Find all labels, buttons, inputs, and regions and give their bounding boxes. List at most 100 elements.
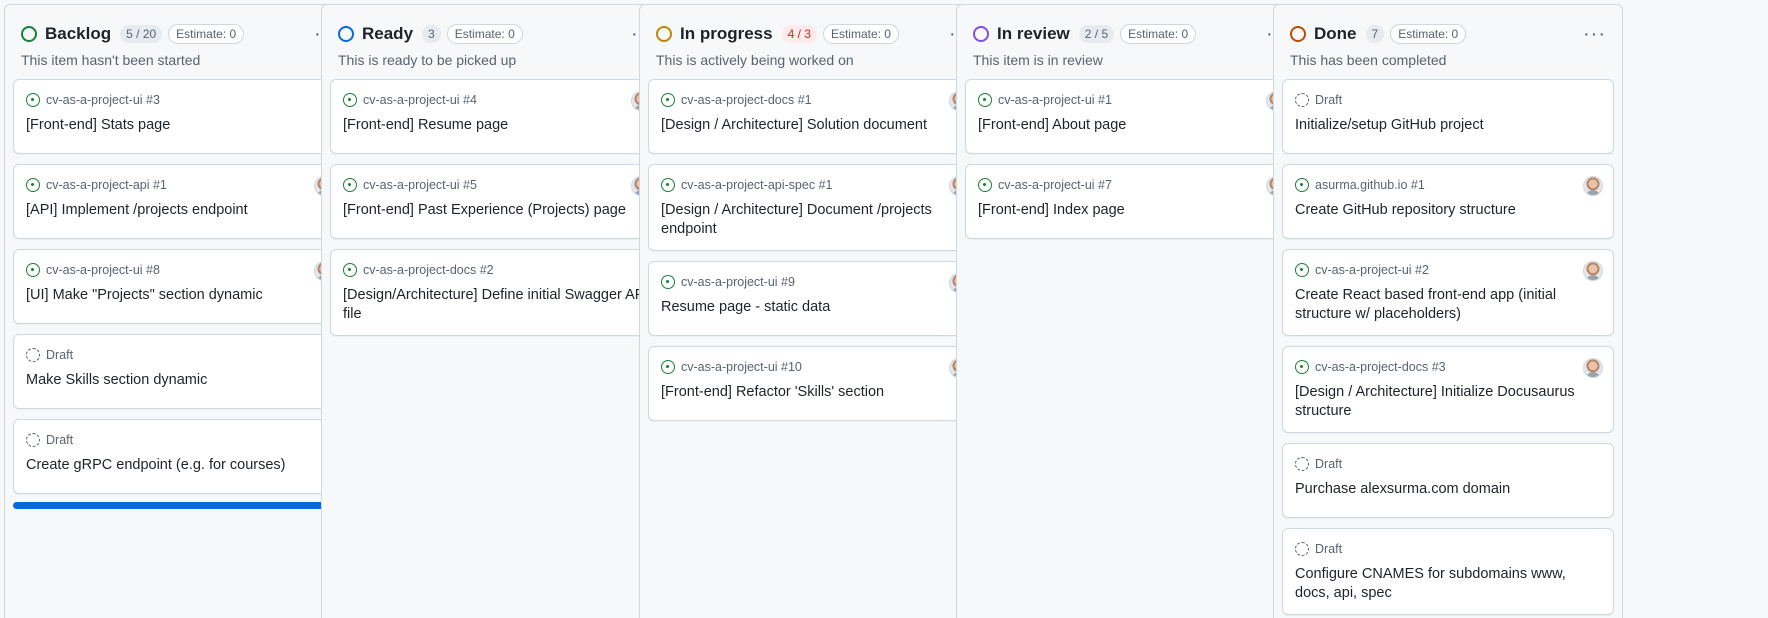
card-title[interactable]: [Front-end] Past Experience (Projects) p… bbox=[343, 201, 649, 220]
status-circle-icon bbox=[656, 26, 672, 42]
draft-label: Draft bbox=[1315, 542, 1343, 556]
board-card[interactable]: cv-as-a-project-ui #5 [Front-end] Past Ex… bbox=[330, 164, 662, 239]
card-title[interactable]: [Design / Architecture] Document /projec… bbox=[661, 201, 967, 239]
issue-reference[interactable]: cv-as-a-project-api-spec #1 bbox=[681, 178, 832, 192]
issue-reference[interactable]: asurma.github.io #1 bbox=[1315, 178, 1425, 192]
card-title[interactable]: [Design/Architecture] Define initial Swa… bbox=[343, 286, 649, 324]
issue-reference[interactable]: cv-as-a-project-ui #5 bbox=[363, 178, 477, 192]
card-title[interactable]: [Design / Architecture] Solution documen… bbox=[661, 116, 967, 135]
status-circle-icon bbox=[973, 26, 989, 42]
card-list: cv-as-a-project-docs #1 [Design / Archite… bbox=[648, 79, 980, 431]
board-column-done: Done 7 Estimate: 0 ··· This has been complet… bbox=[1273, 4, 1623, 618]
issue-reference[interactable]: cv-as-a-project-docs #1 bbox=[681, 93, 812, 107]
board-card[interactable]: cv-as-a-project-ui #3 [Front-end] Stats p… bbox=[13, 79, 345, 154]
card-meta: asurma.github.io #1 bbox=[1295, 176, 1601, 194]
status-circle-icon bbox=[1290, 26, 1306, 42]
assignee-avatar[interactable] bbox=[1583, 176, 1603, 196]
draft-label: Draft bbox=[46, 433, 74, 447]
issue-reference[interactable]: cv-as-a-project-ui #9 bbox=[681, 275, 795, 289]
card-meta: cv-as-a-project-ui #2 bbox=[1295, 261, 1601, 279]
estimate-badge: Estimate: 0 bbox=[168, 24, 245, 44]
board-card[interactable]: cv-as-a-project-api-spec #1 [Design / Arc… bbox=[648, 164, 980, 251]
card-title[interactable]: [API] Implement /projects endpoint bbox=[26, 201, 332, 220]
status-circle-icon bbox=[21, 26, 37, 42]
column-description: This is actively being worked on bbox=[656, 52, 854, 68]
draft-icon bbox=[1295, 93, 1309, 107]
open-issue-icon bbox=[26, 263, 40, 277]
card-title[interactable]: Purchase alexsurma.com domain bbox=[1295, 480, 1601, 499]
open-issue-icon bbox=[661, 93, 675, 107]
card-meta: Draft bbox=[1295, 91, 1601, 109]
board-card[interactable]: cv-as-a-project-ui #10 [Front-end] Refact… bbox=[648, 346, 980, 421]
board-card[interactable]: Draft Configure CNAMES for subdomains www… bbox=[1282, 528, 1614, 615]
card-title[interactable]: Initialize/setup GitHub project bbox=[1295, 116, 1601, 135]
board-card[interactable]: cv-as-a-project-ui #2 Create React based … bbox=[1282, 249, 1614, 336]
card-meta: cv-as-a-project-docs #3 bbox=[1295, 358, 1601, 376]
card-title[interactable]: Resume page - static data bbox=[661, 298, 967, 317]
issue-reference[interactable]: cv-as-a-project-ui #4 bbox=[363, 93, 477, 107]
board-card[interactable]: cv-as-a-project-api #1 [API] Implement /p… bbox=[13, 164, 345, 239]
card-title[interactable]: [Design / Architecture] Initialize Docus… bbox=[1295, 383, 1601, 421]
card-title[interactable]: [Front-end] Refactor 'Skills' section bbox=[661, 383, 967, 402]
issue-reference[interactable]: cv-as-a-project-api #1 bbox=[46, 178, 167, 192]
card-title[interactable]: Create GitHub repository structure bbox=[1295, 201, 1601, 220]
card-meta: Draft bbox=[26, 431, 332, 449]
assignee-avatar[interactable] bbox=[1583, 261, 1603, 281]
board-card[interactable]: Draft Purchase alexsurma.com domain bbox=[1282, 443, 1614, 518]
issue-reference[interactable]: cv-as-a-project-docs #3 bbox=[1315, 360, 1446, 374]
assignee-avatar[interactable] bbox=[1583, 358, 1603, 378]
board-card[interactable]: asurma.github.io #1 Create GitHub reposit… bbox=[1282, 164, 1614, 239]
card-title[interactable]: Make Skills section dynamic bbox=[26, 371, 332, 390]
board-card[interactable]: cv-as-a-project-ui #8 [UI] Make "Projects… bbox=[13, 249, 345, 324]
card-title[interactable]: [Front-end] Resume page bbox=[343, 116, 649, 135]
board-card[interactable]: cv-as-a-project-docs #3 [Design / Archite… bbox=[1282, 346, 1614, 433]
issue-reference[interactable]: cv-as-a-project-ui #10 bbox=[681, 360, 802, 374]
card-meta: cv-as-a-project-ui #9 bbox=[661, 273, 967, 291]
open-issue-icon bbox=[343, 263, 357, 277]
card-meta: cv-as-a-project-ui #7 bbox=[978, 176, 1284, 194]
card-title[interactable]: [UI] Make "Projects" section dynamic bbox=[26, 286, 332, 305]
card-title[interactable]: [Front-end] About page bbox=[978, 116, 1284, 135]
board-card[interactable]: cv-as-a-project-docs #1 [Design / Archite… bbox=[648, 79, 980, 154]
card-title[interactable]: Create React based front-end app (initia… bbox=[1295, 286, 1601, 324]
project-board: Backlog 5 / 20 Estimate: 0 ··· This item has… bbox=[0, 0, 1768, 618]
board-card[interactable]: cv-as-a-project-ui #9 Resume page - stati… bbox=[648, 261, 980, 336]
board-card[interactable]: Draft Make Skills section dynamic bbox=[13, 334, 345, 409]
open-issue-icon bbox=[978, 93, 992, 107]
column-description: This is ready to be picked up bbox=[338, 52, 517, 68]
open-issue-icon bbox=[26, 178, 40, 192]
issue-reference[interactable]: cv-as-a-project-ui #8 bbox=[46, 263, 160, 277]
draft-label: Draft bbox=[1315, 93, 1343, 107]
open-issue-icon bbox=[661, 360, 675, 374]
issue-reference[interactable]: cv-as-a-project-ui #7 bbox=[998, 178, 1112, 192]
card-title[interactable]: [Front-end] Index page bbox=[978, 201, 1284, 220]
issue-reference[interactable]: cv-as-a-project-ui #3 bbox=[46, 93, 160, 107]
column-description: This item hasn't been started bbox=[21, 52, 201, 68]
issue-reference[interactable]: cv-as-a-project-docs #2 bbox=[363, 263, 494, 277]
column-title: Backlog bbox=[45, 24, 112, 43]
card-title[interactable]: [Front-end] Stats page bbox=[26, 116, 332, 135]
board-card[interactable]: Draft Create gRPC endpoint (e.g. for cour… bbox=[13, 419, 345, 494]
draft-icon bbox=[1295, 542, 1309, 556]
board-card[interactable]: cv-as-a-project-ui #4 [Front-end] Resume … bbox=[330, 79, 662, 154]
column-header: Done 7 Estimate: 0 ··· bbox=[1290, 19, 1610, 49]
column-menu-icon[interactable]: ··· bbox=[1579, 24, 1610, 44]
column-header: Ready3Estimate: 0··· bbox=[338, 19, 658, 49]
board-card[interactable]: Draft Initialize/setup GitHub project bbox=[1282, 79, 1614, 154]
card-meta: Draft bbox=[26, 346, 332, 364]
card-meta: cv-as-a-project-ui #10 bbox=[661, 358, 967, 376]
card-title[interactable]: Create gRPC endpoint (e.g. for courses) bbox=[26, 456, 332, 475]
card-title[interactable]: Configure CNAMES for subdomains www, doc… bbox=[1295, 565, 1601, 603]
card-list: cv-as-a-project-ui #4 [Front-end] Resume … bbox=[330, 79, 662, 346]
board-card[interactable]: cv-as-a-project-docs #2 [Design/Architect… bbox=[330, 249, 662, 336]
column-title: In progress bbox=[680, 24, 773, 43]
board-column-in-review: In review2 / 5Estimate: 0···This item is… bbox=[956, 4, 1306, 618]
card-meta: Draft bbox=[1295, 540, 1601, 558]
draft-icon bbox=[1295, 457, 1309, 471]
board-card[interactable]: cv-as-a-project-ui #7 [Front-end] Index p… bbox=[965, 164, 1297, 239]
issue-reference[interactable]: cv-as-a-project-ui #1 bbox=[998, 93, 1112, 107]
board-card[interactable]: cv-as-a-project-ui #1 [Front-end] About p… bbox=[965, 79, 1297, 154]
issue-reference[interactable]: cv-as-a-project-ui #2 bbox=[1315, 263, 1429, 277]
draft-icon bbox=[26, 348, 40, 362]
card-meta: cv-as-a-project-api #1 bbox=[26, 176, 332, 194]
